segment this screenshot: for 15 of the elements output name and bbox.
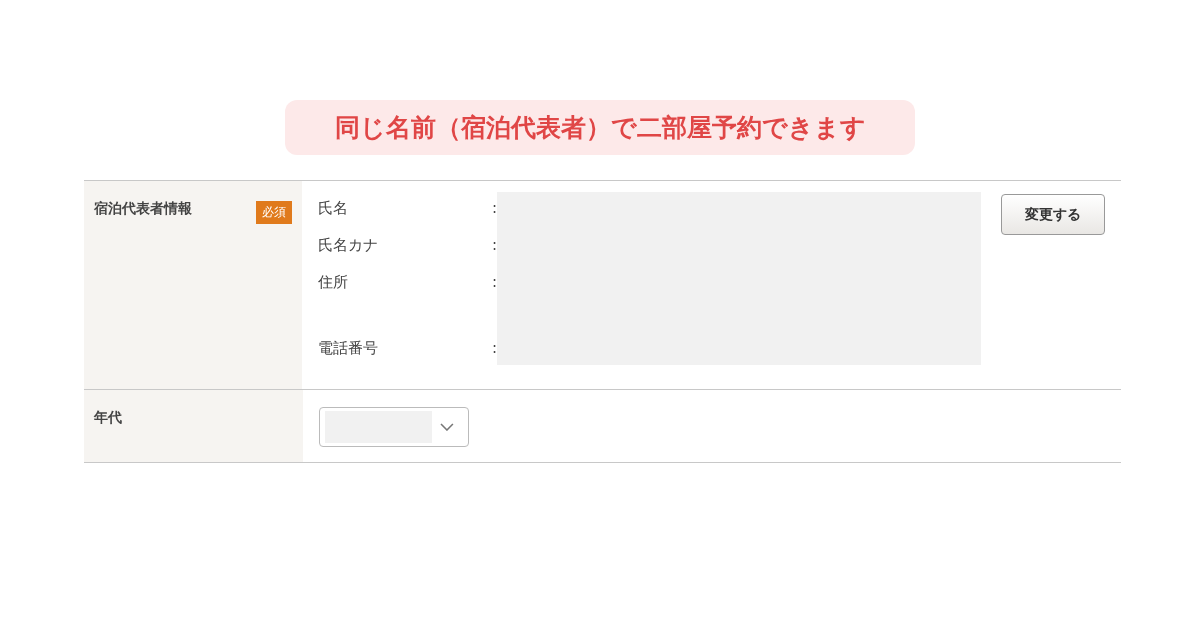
colon-separator: :: [491, 273, 497, 293]
field-label: 年代: [94, 409, 122, 427]
field-label: 氏名カナ: [318, 236, 378, 256]
required-badge: 必須: [256, 201, 292, 224]
change-button[interactable]: 変更する: [1001, 194, 1105, 235]
field-label: 氏名: [318, 199, 348, 219]
chevron-down-icon: [440, 423, 454, 431]
age-select[interactable]: [319, 407, 469, 447]
colon-separator: :: [491, 236, 497, 256]
colon-separator: :: [491, 339, 497, 359]
field-label: 電話番号: [318, 339, 378, 359]
field-label: 宿泊代表者情報: [94, 200, 192, 218]
banner-heading: 同じ名前（宿泊代表者）で二部屋予約できます: [285, 100, 915, 155]
colon-separator: :: [491, 199, 497, 219]
field-label: 住所: [318, 273, 348, 293]
